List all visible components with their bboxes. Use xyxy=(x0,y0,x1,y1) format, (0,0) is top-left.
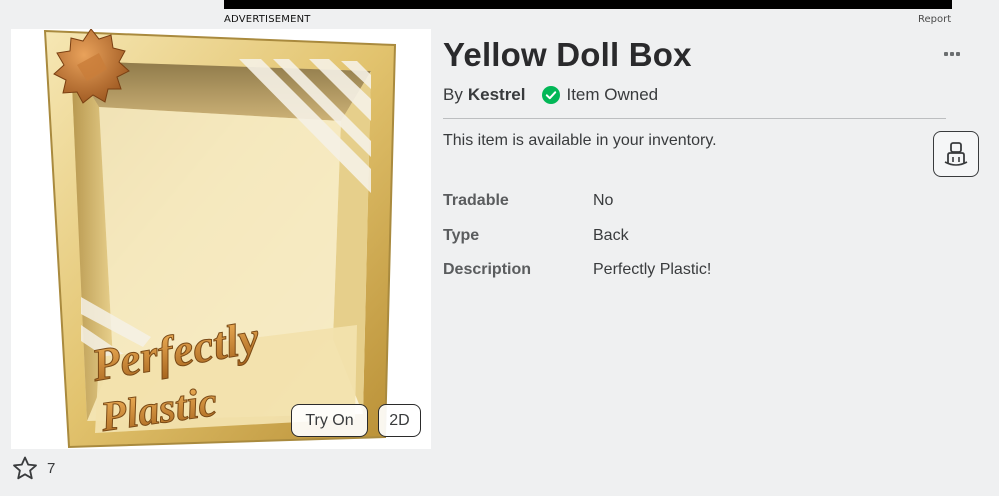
detail-label: Tradable xyxy=(443,192,509,209)
by-prefix: By xyxy=(443,85,463,104)
detail-value: Perfectly Plastic! xyxy=(593,261,712,278)
avatar-preview-icon xyxy=(944,142,968,166)
byline: By Kestrel Item Owned xyxy=(443,85,658,105)
toggle-2d-button[interactable]: 2D xyxy=(378,404,421,437)
item-thumbnail: Perfectly Plastic Try On 2D xyxy=(11,29,431,449)
detail-value: No xyxy=(593,192,614,209)
favorite-control[interactable]: 7 xyxy=(12,456,55,480)
report-ad-link[interactable]: Report xyxy=(918,14,951,25)
detail-value[interactable]: Back xyxy=(593,227,629,245)
advertisement-label: ADVERTISEMENT xyxy=(224,14,311,25)
detail-label: Type xyxy=(443,227,480,244)
item-title: Yellow Doll Box xyxy=(443,36,692,73)
header-divider xyxy=(443,118,946,119)
star-outline-icon[interactable] xyxy=(12,456,38,480)
try-on-button[interactable]: Try On xyxy=(291,404,368,437)
advertisement-banner[interactable] xyxy=(224,0,952,9)
availability-text: This item is available in your inventory… xyxy=(443,132,717,149)
item-owned-label: Item Owned xyxy=(566,85,659,104)
avatar-preview-button[interactable] xyxy=(933,131,979,177)
doll-box-image: Perfectly Plastic xyxy=(43,29,397,449)
detail-label: Description xyxy=(443,261,532,278)
favorite-count: 7 xyxy=(47,459,56,477)
check-circle-icon xyxy=(542,86,561,104)
creator-link[interactable]: Kestrel xyxy=(468,85,526,105)
ellipsis-icon[interactable] xyxy=(944,52,960,56)
